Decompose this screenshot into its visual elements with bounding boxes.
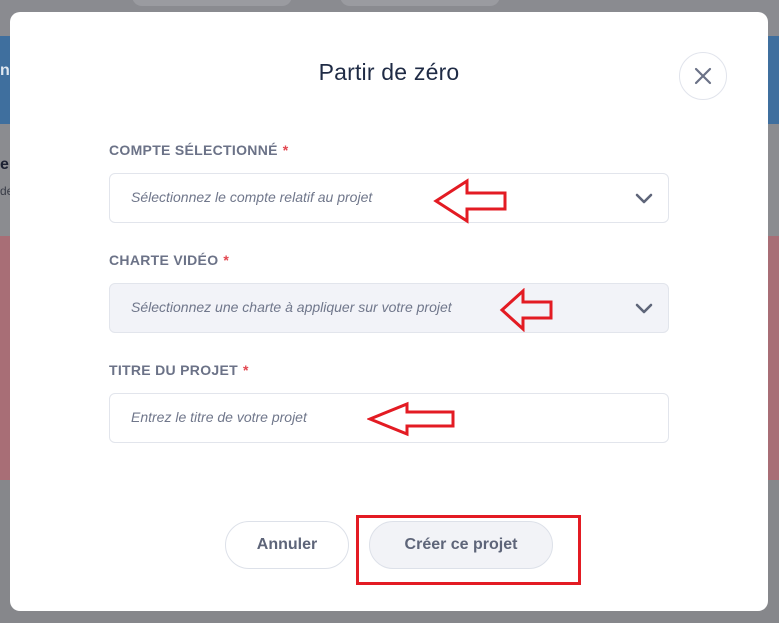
account-select[interactable]: Sélectionnez le compte relatif au projet (109, 173, 669, 223)
background-text: n (0, 62, 10, 79)
background-tab (340, 0, 500, 6)
left-arrow-annotation-icon (367, 401, 455, 437)
background-tab (132, 0, 292, 6)
required-mark: * (223, 252, 230, 268)
required-mark: * (242, 362, 249, 378)
chevron-down-icon (635, 193, 653, 204)
modal-title: Partir de zéro (318, 59, 460, 85)
account-select-placeholder: Sélectionnez le compte relatif au projet (131, 189, 373, 205)
account-field-label: COMPTE SÉLECTIONNÉ * (109, 142, 289, 158)
charter-select-placeholder: Sélectionnez une charte à appliquer sur … (131, 299, 452, 315)
account-label-text: COMPTE SÉLECTIONNÉ (109, 142, 278, 158)
chevron-down-icon (635, 303, 653, 314)
project-title-label-text: TITRE DU PROJET (109, 362, 238, 378)
charter-select[interactable]: Sélectionnez une charte à appliquer sur … (109, 283, 669, 333)
required-mark: * (282, 142, 289, 158)
project-title-placeholder: Entrez le titre de votre projet (131, 409, 307, 425)
close-button[interactable] (679, 52, 727, 100)
charter-label-text: CHARTE VIDÉO (109, 252, 219, 268)
cancel-button[interactable]: Annuler (225, 521, 349, 569)
project-title-field-label: TITRE DU PROJET * (109, 362, 249, 378)
background-text: e (0, 156, 9, 173)
new-project-modal: Partir de zéro COMPTE SÉLECTIONNÉ * Sélec… (10, 12, 768, 611)
left-arrow-annotation-icon (499, 288, 553, 332)
close-icon (694, 67, 712, 85)
charter-field-label: CHARTE VIDÉO * (109, 252, 229, 268)
left-arrow-annotation-icon (433, 178, 507, 224)
highlight-annotation-box (356, 515, 581, 585)
